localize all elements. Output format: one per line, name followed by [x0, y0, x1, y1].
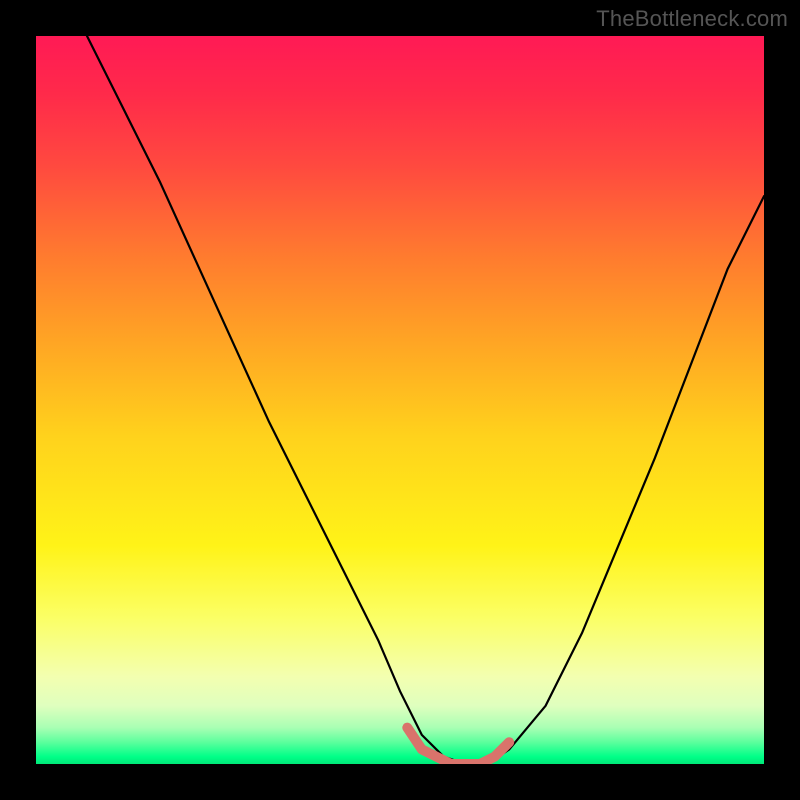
optimal-zone-marker — [407, 728, 509, 764]
chart-frame: TheBottleneck.com — [0, 0, 800, 800]
bottleneck-curve — [87, 36, 764, 764]
curve-layer — [36, 36, 764, 764]
plot-area — [36, 36, 764, 764]
watermark-text: TheBottleneck.com — [596, 6, 788, 32]
